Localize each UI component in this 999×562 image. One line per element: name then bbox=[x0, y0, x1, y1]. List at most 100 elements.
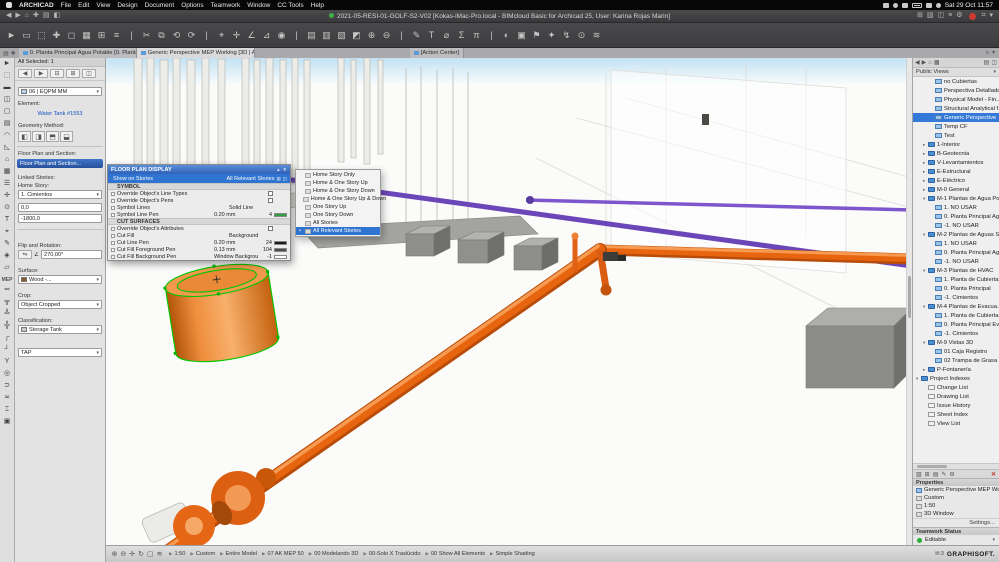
tabbar-icon[interactable]: ✚ bbox=[11, 50, 16, 57]
tool-icon[interactable]: ◠ bbox=[4, 130, 10, 142]
statusbar-setting[interactable]: ▶ 07 AK MEP 50 bbox=[262, 551, 304, 557]
panel-option-icon[interactable]: ◫ bbox=[283, 176, 287, 182]
rotation-field[interactable]: 270,00° bbox=[41, 250, 102, 259]
tabbar-icon[interactable]: ▤ bbox=[3, 50, 9, 57]
offset-field[interactable]: 0,0 bbox=[18, 203, 102, 212]
toolbar-icon[interactable]: ▭ bbox=[19, 26, 34, 45]
toolbar-icon[interactable]: ≋ bbox=[589, 26, 604, 45]
menu-option[interactable]: • One Story Down bbox=[296, 211, 380, 219]
tool-icon[interactable]: ⬚ bbox=[4, 70, 11, 82]
tree-item[interactable]: ▸ E-Estructural bbox=[913, 167, 999, 176]
display-icon[interactable] bbox=[882, 2, 889, 8]
setting-row[interactable]: Symbol Lines Solid Line bbox=[108, 204, 290, 211]
tree-item[interactable]: Structural Analytical f... bbox=[913, 104, 999, 113]
tree-item[interactable]: Temp CF bbox=[913, 122, 999, 131]
geometry-method-button[interactable]: ⬒ bbox=[46, 131, 59, 142]
toolbar-icon[interactable]: ⊕ bbox=[364, 26, 379, 45]
layer-dropdown[interactable]: 06 | EQPM MM ▾ bbox=[18, 87, 102, 96]
toolbar-icon[interactable]: π bbox=[469, 26, 484, 45]
settings-link[interactable]: Settings... bbox=[913, 518, 999, 527]
tool-icon[interactable]: ▦ bbox=[4, 166, 11, 178]
infobox-mini-button[interactable]: ◀ bbox=[18, 69, 32, 78]
messages-badge[interactable]: ✉ 3 bbox=[935, 551, 944, 557]
tabbar-menu-icon[interactable]: ▾ bbox=[992, 50, 995, 56]
battery-icon[interactable] bbox=[911, 2, 922, 8]
mep-tool-icon[interactable]: ╬ bbox=[5, 320, 10, 332]
tree-item[interactable]: 1. NO USAR bbox=[913, 239, 999, 248]
id-dropdown[interactable]: TAP ▾ bbox=[18, 348, 102, 357]
titlebar-icon[interactable]: ◀ bbox=[4, 12, 13, 19]
setting-row[interactable]: Cut Line Pen 0.20 mm 24 bbox=[108, 239, 290, 246]
document-tab[interactable]: Generic Perspective MEP Working [3D | Al… bbox=[136, 48, 255, 58]
mep-tool-icon[interactable]: ╩ bbox=[5, 308, 10, 320]
toolbar-icon[interactable]: ▥ bbox=[319, 26, 334, 45]
statusbar-setting[interactable]: ▶ Entire Model bbox=[220, 551, 257, 557]
toolbar-icon[interactable]: ⟲ bbox=[169, 26, 184, 45]
toolbar-icon[interactable]: ⬚ bbox=[34, 26, 49, 45]
setting-row[interactable]: Cut Fill Background Pen Window Backgroun… bbox=[108, 253, 290, 260]
statusbar-setting[interactable]: ▶ Simple Shading bbox=[490, 551, 535, 557]
mep-tool-icon[interactable]: ⊃ bbox=[4, 380, 10, 392]
home-story-dropdown[interactable]: 1. Cimientos ▾ bbox=[18, 190, 102, 199]
expand-icon[interactable]: ▼ bbox=[283, 167, 287, 172]
zoom-control-icon[interactable]: ≋ bbox=[155, 550, 164, 558]
setting-row[interactable]: Override Object's Pens bbox=[108, 197, 290, 204]
toolbar-icon[interactable]: ◻ bbox=[64, 26, 79, 45]
tool-icon[interactable]: ▤ bbox=[4, 118, 11, 130]
tree-item[interactable]: ▾ M-1 Plantas de Agua Po... bbox=[913, 194, 999, 203]
toolbar-icon[interactable]: ▦ bbox=[79, 26, 94, 45]
tree-item[interactable]: 0. Planta Principal Ev... bbox=[913, 320, 999, 329]
infobox-mini-button[interactable]: ▶ bbox=[34, 69, 48, 78]
tree-item[interactable]: Test bbox=[913, 131, 999, 140]
palette-icon[interactable]: ✎ bbox=[941, 471, 946, 478]
tree-item[interactable]: Issue History bbox=[913, 401, 999, 410]
toolbar-icon[interactable]: ► bbox=[4, 26, 19, 45]
menu-option[interactable]: • All Stories bbox=[296, 219, 380, 227]
titlebar-icon[interactable]: ⊞ bbox=[915, 12, 925, 19]
close-icon[interactable]: ✕ bbox=[991, 471, 996, 478]
menu-item[interactable]: View bbox=[96, 2, 110, 9]
zoom-control-icon[interactable]: ✛ bbox=[128, 550, 137, 558]
geometry-method-button[interactable]: ◧ bbox=[18, 131, 31, 142]
navigator-mode-icon[interactable]: ▤ bbox=[984, 59, 990, 66]
panel-title-bar[interactable]: FLOOR PLAN DISPLAY ▲ ▼ bbox=[108, 165, 290, 174]
mep-tool-icon[interactable]: ≍ bbox=[4, 392, 10, 404]
toolbar-icon[interactable]: ▣ bbox=[514, 26, 529, 45]
toolbar-icon[interactable]: | bbox=[124, 26, 139, 45]
tool-icon[interactable]: ✎ bbox=[4, 238, 10, 250]
zoom-control-icon[interactable]: ↻ bbox=[137, 550, 146, 558]
toolbar-icon[interactable]: ✚ bbox=[49, 26, 64, 45]
classification-dropdown[interactable]: Storage Tank ▾ bbox=[18, 325, 102, 334]
tool-icon[interactable]: ☰ bbox=[4, 178, 10, 190]
navigator-nav-icon[interactable]: ⌂ bbox=[928, 60, 932, 66]
geometry-method-button[interactable]: ⬓ bbox=[60, 131, 73, 142]
setting-row[interactable]: Override Object's Attributes bbox=[108, 225, 290, 232]
toolbar-icon[interactable]: ▤ bbox=[304, 26, 319, 45]
toolbar-icon[interactable]: ✂ bbox=[139, 26, 154, 45]
setting-row[interactable]: Cut Fill Background bbox=[108, 232, 290, 239]
menu-option[interactable]: • Home & One Story Down bbox=[296, 187, 380, 195]
tree-item[interactable]: -1. NO USAR bbox=[913, 257, 999, 266]
tree-item[interactable]: ▸ E-Eléctrico bbox=[913, 176, 999, 185]
checkbox[interactable] bbox=[268, 191, 273, 196]
palette-icon[interactable]: ▤ bbox=[933, 471, 939, 478]
menu-item[interactable]: Design bbox=[117, 2, 137, 9]
tree-item[interactable]: Sheet Index bbox=[913, 410, 999, 419]
menu-option[interactable]: • Home & One Story Up & Down bbox=[296, 195, 386, 203]
tool-icon[interactable]: ⌂ bbox=[5, 154, 9, 166]
setting-row[interactable]: Cut Fill Foreground Pen 0.13 mm 104 bbox=[108, 246, 290, 253]
tree-item[interactable]: ▾ M-3 Plantas de HVAC bbox=[913, 266, 999, 275]
toolbar-icon[interactable]: ⊞ bbox=[94, 26, 109, 45]
mep-tool-icon[interactable]: ◎ bbox=[4, 368, 10, 380]
property-row[interactable]: Custom bbox=[913, 494, 999, 502]
pen-color-swatch[interactable] bbox=[274, 247, 287, 252]
crop-dropdown[interactable]: Object Cropped ▾ bbox=[18, 300, 102, 309]
properties-header[interactable]: Properties bbox=[913, 478, 999, 486]
property-row[interactable]: 3D Window bbox=[913, 510, 999, 518]
tree-item[interactable]: ▾ M-9 Vistas 3D bbox=[913, 338, 999, 347]
menu-bar-clock[interactable]: Sat 29 Oct 11:57 bbox=[945, 2, 993, 9]
menu-item[interactable]: Teamwork bbox=[211, 2, 241, 9]
user-avatar[interactable] bbox=[968, 12, 976, 20]
mep-tool-icon[interactable]: Y bbox=[5, 356, 10, 368]
toolbar-icon[interactable]: | bbox=[394, 26, 409, 45]
